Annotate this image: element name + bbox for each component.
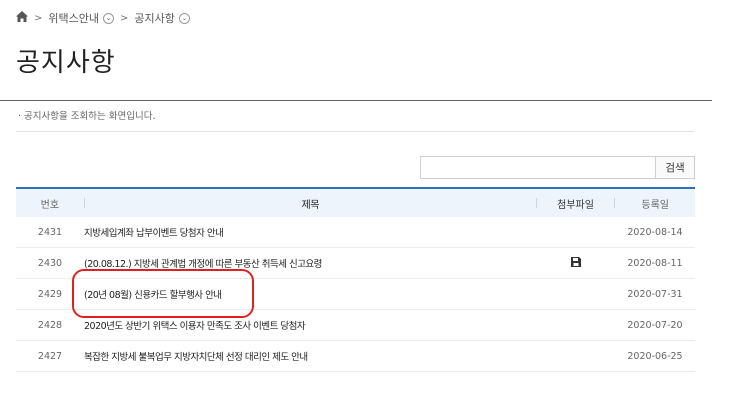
search-input[interactable]	[420, 156, 656, 179]
page-description: · 공지사항을 조회하는 화면입니다.	[16, 105, 694, 132]
breadcrumb-level2[interactable]: 공지사항	[134, 10, 174, 26]
row-date: 2020-07-31	[627, 288, 683, 300]
breadcrumb-level1[interactable]: 위택스안내	[48, 10, 99, 26]
row-title-link[interactable]: (20.08.12.) 지방세 관계법 개정에 따른 부동산 취득세 신고요령	[84, 256, 537, 270]
breadcrumb-separator: >	[120, 12, 129, 24]
chevron-down-icon[interactable]: ⌄	[178, 12, 190, 24]
table-header: 번호 제목 첨부파일 등록일	[16, 187, 695, 217]
row-no: 2431	[37, 226, 63, 238]
highlight-annotation	[72, 269, 254, 318]
row-date: 2020-07-20	[627, 319, 683, 331]
home-icon[interactable]	[16, 11, 28, 25]
breadcrumb-separator: >	[34, 12, 43, 24]
row-title-link[interactable]: 복잡한 지방세 불복업무 지방자치단체 선정 대리인 제도 안내	[84, 349, 537, 363]
table-row[interactable]: 2427 복잡한 지방세 불복업무 지방자치단체 선정 대리인 제도 안내 20…	[16, 341, 695, 372]
chevron-down-icon[interactable]: ⌄	[103, 12, 114, 24]
row-no: 2430	[37, 257, 63, 269]
header-date: 등록일	[641, 199, 669, 211]
row-date: 2020-08-11	[627, 257, 683, 269]
header-no: 번호	[40, 199, 60, 211]
row-title-link[interactable]: 지방세입계좌 납부이벤트 당첨자 안내	[84, 225, 537, 239]
save-file-icon[interactable]	[571, 256, 581, 270]
header-attachment: 첨부파일	[557, 199, 594, 211]
row-date: 2020-08-14	[627, 226, 683, 238]
search-button[interactable]: 검색	[655, 156, 695, 179]
row-date: 2020-06-25	[627, 350, 683, 362]
row-title-link[interactable]: 2020년도 상반기 위택스 이용자 만족도 조사 이벤트 당첨자	[84, 318, 537, 332]
table-row[interactable]: 2431 지방세입계좌 납부이벤트 당첨자 안내 2020-08-14	[16, 217, 695, 248]
header-title: 제목	[301, 199, 320, 211]
row-no: 2427	[37, 350, 63, 362]
title-divider	[0, 100, 712, 101]
row-no: 2428	[37, 319, 63, 331]
row-attachment	[537, 256, 615, 270]
breadcrumb: > 위택스안내 ⌄ > 공지사항 ⌄	[16, 10, 190, 26]
page-title: 공지사항	[16, 48, 116, 78]
